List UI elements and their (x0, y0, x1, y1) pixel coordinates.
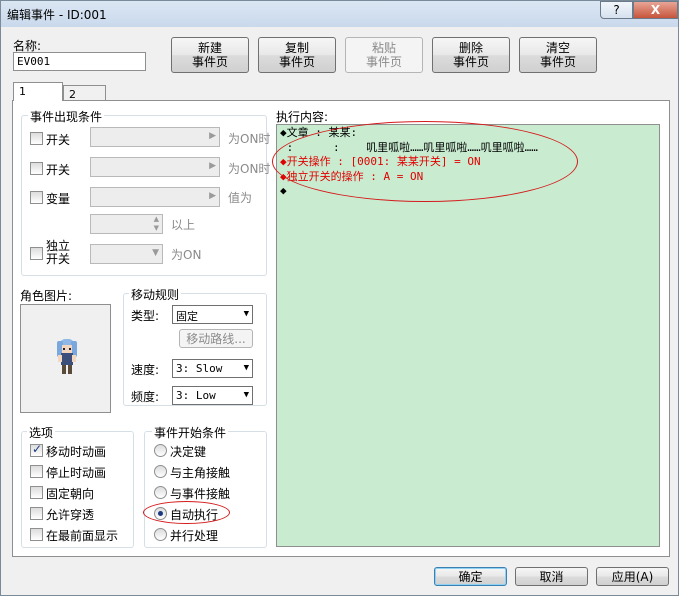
delete-page-label-1: 删除 (458, 41, 483, 55)
trigger-parallel-label: 并行处理 (170, 529, 219, 543)
spin-down-icon: ▼ (153, 224, 159, 232)
chevron-down-icon: ▼ (243, 363, 249, 373)
clear-page-label-1: 清空 (545, 41, 570, 55)
self-switch-label: 独立 开关 (46, 240, 70, 266)
movement-frequency-label: 频度: (131, 390, 160, 404)
chevron-right-icon: ▶ (209, 131, 216, 141)
window-title: 编辑事件 - ID:001 (7, 8, 107, 22)
delete-page-label-2: 事件页 (452, 55, 489, 69)
ok-button[interactable]: 确定 (434, 567, 507, 586)
variable-suffix: 值为 (228, 191, 253, 205)
movement-type-select[interactable]: 固定 ▼ (172, 305, 253, 324)
option-walk-anim-checkbox[interactable] (30, 442, 43, 457)
chevron-down-icon: ▼ (243, 390, 249, 400)
movement-title: 移动规则 (129, 286, 182, 303)
copy-page-label-1: 复制 (284, 41, 309, 55)
option-through-label: 允许穿透 (46, 508, 95, 522)
chevron-down-icon: ▼ (152, 248, 159, 258)
character-sprite-icon (57, 339, 77, 374)
switch1-checkbox[interactable] (30, 132, 43, 145)
self-switch-suffix: 为ON (171, 248, 202, 262)
trigger-player-touch-label: 与主角接触 (170, 466, 231, 480)
movement-speed-select[interactable]: 3: Slow ▼ (172, 359, 253, 378)
switch2-checkbox[interactable] (30, 162, 43, 175)
self-switch-checkbox[interactable] (30, 247, 43, 260)
contents-title: 执行内容: (276, 110, 329, 124)
options-title: 选项 (27, 424, 56, 441)
help-button[interactable]: ? (600, 1, 633, 19)
copy-page-label-2: 事件页 (278, 55, 315, 69)
variable-suffix-above: 以上 (171, 218, 196, 232)
trigger-event-touch-radio[interactable] (154, 486, 167, 499)
trigger-action-radio[interactable] (154, 444, 167, 457)
clear-page-button[interactable]: 清空 事件页 (519, 37, 597, 73)
trigger-event-touch-label: 与事件接触 (170, 487, 231, 501)
clear-page-label-2: 事件页 (539, 55, 576, 69)
self-switch-label-1: 独立 (46, 239, 71, 253)
self-switch-select[interactable]: ▼ (90, 244, 163, 264)
option-direction-fix-checkbox[interactable] (30, 486, 43, 499)
movement-speed-label: 速度: (131, 363, 160, 377)
switch1-suffix: 为ON时 (228, 132, 271, 146)
paste-page-label-1: 粘贴 (371, 41, 396, 55)
variable-value-spinner[interactable]: ▲ ▼ (90, 214, 163, 234)
option-step-anim-checkbox[interactable] (30, 465, 43, 478)
conditions-title: 事件出现条件 (28, 108, 105, 125)
copy-page-button[interactable]: 复制 事件页 (258, 37, 336, 73)
cancel-button[interactable]: 取消 (515, 567, 588, 586)
delete-page-button[interactable]: 删除 事件页 (432, 37, 510, 73)
variable-label: 变量 (46, 192, 71, 206)
movement-speed-value: 3: Slow (176, 362, 223, 375)
new-page-label-1: 新建 (197, 41, 222, 55)
move-route-button[interactable]: 移动路线... (179, 329, 253, 348)
trigger-title: 事件开始条件 (152, 424, 229, 441)
chevron-down-icon: ▼ (243, 309, 249, 319)
self-switch-label-2: 开关 (46, 252, 71, 266)
close-button[interactable]: X (633, 1, 678, 19)
paste-page-label-2: 事件页 (365, 55, 402, 69)
variable-select[interactable]: ▶ (90, 187, 220, 207)
movement-frequency-value: 3: Low (176, 389, 216, 402)
event-editor-window: 编辑事件 - ID:001 ? X 名称: EV001 新建 事件页 复制 事件… (0, 0, 679, 596)
tab-page-2[interactable]: 2 (63, 85, 106, 101)
option-always-on-top-label: 在最前面显示 (46, 529, 119, 543)
movement-frequency-select[interactable]: 3: Low ▼ (172, 386, 253, 405)
chevron-right-icon: ▶ (209, 161, 216, 171)
option-through-checkbox[interactable] (30, 507, 43, 520)
switch1-select[interactable]: ▶ (90, 127, 220, 147)
switch2-suffix: 为ON时 (228, 162, 271, 176)
name-input[interactable]: EV001 (13, 52, 146, 71)
option-step-anim-label: 停止时动画 (46, 466, 107, 480)
spin-up-icon: ▲ (153, 215, 159, 223)
movement-type-value: 固定 (176, 310, 198, 323)
new-page-button[interactable]: 新建 事件页 (171, 37, 249, 73)
apply-button[interactable]: 应用(A) (596, 567, 669, 586)
switch2-select[interactable]: ▶ (90, 157, 220, 177)
trigger-parallel-radio[interactable] (154, 528, 167, 541)
option-direction-fix-label: 固定朝向 (46, 487, 95, 501)
option-walk-anim-label: 移动时动画 (46, 445, 107, 459)
autorun-annotation-ellipse (143, 501, 230, 524)
new-page-label-2: 事件页 (191, 55, 228, 69)
trigger-player-touch-radio[interactable] (154, 465, 167, 478)
title-bar: 编辑事件 - ID:001 ? X (1, 1, 678, 27)
switch1-label: 开关 (46, 133, 71, 147)
character-graphic[interactable] (20, 304, 111, 413)
tab-page-1[interactable]: 1 (13, 82, 63, 101)
trigger-action-label: 决定键 (170, 445, 207, 459)
switch2-label: 开关 (46, 163, 71, 177)
option-always-on-top-checkbox[interactable] (30, 528, 43, 541)
variable-checkbox[interactable] (30, 191, 43, 204)
graphic-title: 角色图片: (20, 289, 73, 303)
paste-page-button[interactable]: 粘贴 事件页 (345, 37, 423, 73)
commands-annotation-ellipse (272, 121, 578, 202)
movement-type-label: 类型: (131, 309, 160, 323)
chevron-right-icon: ▶ (209, 191, 216, 201)
